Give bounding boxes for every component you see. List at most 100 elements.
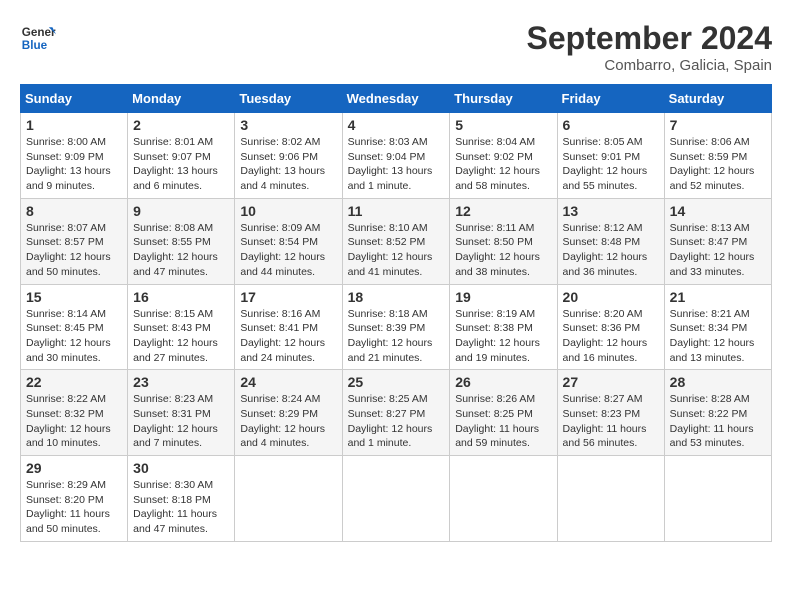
day-info: Sunrise: 8:03 AMSunset: 9:04 PMDaylight:… <box>348 136 433 192</box>
calendar-cell <box>664 456 771 542</box>
day-number: 17 <box>240 289 336 305</box>
day-info: Sunrise: 8:04 AMSunset: 9:02 PMDaylight:… <box>455 136 540 192</box>
day-info: Sunrise: 8:16 AMSunset: 8:41 PMDaylight:… <box>240 308 325 364</box>
calendar-week-row: 8 Sunrise: 8:07 AMSunset: 8:57 PMDayligh… <box>21 198 772 284</box>
day-number: 16 <box>133 289 229 305</box>
day-number: 30 <box>133 460 229 476</box>
day-info: Sunrise: 8:01 AMSunset: 9:07 PMDaylight:… <box>133 136 218 192</box>
day-info: Sunrise: 8:23 AMSunset: 8:31 PMDaylight:… <box>133 393 218 449</box>
day-info: Sunrise: 8:22 AMSunset: 8:32 PMDaylight:… <box>26 393 111 449</box>
day-info: Sunrise: 8:21 AMSunset: 8:34 PMDaylight:… <box>670 308 755 364</box>
day-number: 11 <box>348 203 445 219</box>
day-info: Sunrise: 8:15 AMSunset: 8:43 PMDaylight:… <box>133 308 218 364</box>
day-number: 23 <box>133 374 229 390</box>
calendar-cell <box>342 456 450 542</box>
title-area: September 2024 Combarro, Galicia, Spain <box>527 20 772 74</box>
col-thursday: Thursday <box>450 85 557 113</box>
calendar-cell: 18 Sunrise: 8:18 AMSunset: 8:39 PMDaylig… <box>342 284 450 370</box>
day-info: Sunrise: 8:05 AMSunset: 9:01 PMDaylight:… <box>563 136 648 192</box>
day-info: Sunrise: 8:19 AMSunset: 8:38 PMDaylight:… <box>455 308 540 364</box>
day-number: 26 <box>455 374 551 390</box>
calendar-cell: 2 Sunrise: 8:01 AMSunset: 9:07 PMDayligh… <box>128 113 235 199</box>
calendar-body: 1 Sunrise: 8:00 AMSunset: 9:09 PMDayligh… <box>21 113 772 542</box>
calendar-cell: 21 Sunrise: 8:21 AMSunset: 8:34 PMDaylig… <box>664 284 771 370</box>
calendar-cell: 17 Sunrise: 8:16 AMSunset: 8:41 PMDaylig… <box>235 284 342 370</box>
day-info: Sunrise: 8:13 AMSunset: 8:47 PMDaylight:… <box>670 222 755 278</box>
calendar-cell: 10 Sunrise: 8:09 AMSunset: 8:54 PMDaylig… <box>235 198 342 284</box>
logo: General Blue <box>20 20 56 56</box>
col-monday: Monday <box>128 85 235 113</box>
day-number: 2 <box>133 117 229 133</box>
calendar-cell: 3 Sunrise: 8:02 AMSunset: 9:06 PMDayligh… <box>235 113 342 199</box>
calendar-table: Sunday Monday Tuesday Wednesday Thursday… <box>20 84 772 542</box>
header-row: Sunday Monday Tuesday Wednesday Thursday… <box>21 85 772 113</box>
day-number: 10 <box>240 203 336 219</box>
col-wednesday: Wednesday <box>342 85 450 113</box>
day-number: 20 <box>563 289 659 305</box>
calendar-header: Sunday Monday Tuesday Wednesday Thursday… <box>21 85 772 113</box>
day-info: Sunrise: 8:25 AMSunset: 8:27 PMDaylight:… <box>348 393 433 449</box>
calendar-cell: 20 Sunrise: 8:20 AMSunset: 8:36 PMDaylig… <box>557 284 664 370</box>
day-info: Sunrise: 8:07 AMSunset: 8:57 PMDaylight:… <box>26 222 111 278</box>
day-info: Sunrise: 8:29 AMSunset: 8:20 PMDaylight:… <box>26 479 110 535</box>
calendar-cell <box>450 456 557 542</box>
calendar-cell: 23 Sunrise: 8:23 AMSunset: 8:31 PMDaylig… <box>128 370 235 456</box>
day-info: Sunrise: 8:06 AMSunset: 8:59 PMDaylight:… <box>670 136 755 192</box>
calendar-cell: 5 Sunrise: 8:04 AMSunset: 9:02 PMDayligh… <box>450 113 557 199</box>
calendar-cell: 24 Sunrise: 8:24 AMSunset: 8:29 PMDaylig… <box>235 370 342 456</box>
day-number: 18 <box>348 289 445 305</box>
calendar-cell: 8 Sunrise: 8:07 AMSunset: 8:57 PMDayligh… <box>21 198 128 284</box>
day-number: 19 <box>455 289 551 305</box>
calendar-cell: 19 Sunrise: 8:19 AMSunset: 8:38 PMDaylig… <box>450 284 557 370</box>
day-info: Sunrise: 8:09 AMSunset: 8:54 PMDaylight:… <box>240 222 325 278</box>
calendar-cell: 14 Sunrise: 8:13 AMSunset: 8:47 PMDaylig… <box>664 198 771 284</box>
day-number: 9 <box>133 203 229 219</box>
day-number: 27 <box>563 374 659 390</box>
day-info: Sunrise: 8:28 AMSunset: 8:22 PMDaylight:… <box>670 393 754 449</box>
calendar-cell: 26 Sunrise: 8:26 AMSunset: 8:25 PMDaylig… <box>450 370 557 456</box>
day-number: 14 <box>670 203 766 219</box>
calendar-cell: 9 Sunrise: 8:08 AMSunset: 8:55 PMDayligh… <box>128 198 235 284</box>
day-info: Sunrise: 8:00 AMSunset: 9:09 PMDaylight:… <box>26 136 111 192</box>
day-number: 15 <box>26 289 122 305</box>
page-header: General Blue September 2024 Combarro, Ga… <box>20 20 772 74</box>
day-number: 22 <box>26 374 122 390</box>
calendar-cell: 11 Sunrise: 8:10 AMSunset: 8:52 PMDaylig… <box>342 198 450 284</box>
day-number: 3 <box>240 117 336 133</box>
day-number: 24 <box>240 374 336 390</box>
calendar-cell: 16 Sunrise: 8:15 AMSunset: 8:43 PMDaylig… <box>128 284 235 370</box>
day-number: 13 <box>563 203 659 219</box>
calendar-cell: 29 Sunrise: 8:29 AMSunset: 8:20 PMDaylig… <box>21 456 128 542</box>
calendar-cell: 30 Sunrise: 8:30 AMSunset: 8:18 PMDaylig… <box>128 456 235 542</box>
day-info: Sunrise: 8:27 AMSunset: 8:23 PMDaylight:… <box>563 393 647 449</box>
col-saturday: Saturday <box>664 85 771 113</box>
col-tuesday: Tuesday <box>235 85 342 113</box>
calendar-cell: 27 Sunrise: 8:27 AMSunset: 8:23 PMDaylig… <box>557 370 664 456</box>
day-info: Sunrise: 8:14 AMSunset: 8:45 PMDaylight:… <box>26 308 111 364</box>
calendar-cell <box>557 456 664 542</box>
location-subtitle: Combarro, Galicia, Spain <box>527 57 772 74</box>
day-info: Sunrise: 8:12 AMSunset: 8:48 PMDaylight:… <box>563 222 648 278</box>
day-number: 28 <box>670 374 766 390</box>
day-number: 12 <box>455 203 551 219</box>
day-number: 4 <box>348 117 445 133</box>
calendar-week-row: 15 Sunrise: 8:14 AMSunset: 8:45 PMDaylig… <box>21 284 772 370</box>
day-number: 8 <box>26 203 122 219</box>
day-info: Sunrise: 8:20 AMSunset: 8:36 PMDaylight:… <box>563 308 648 364</box>
calendar-week-row: 29 Sunrise: 8:29 AMSunset: 8:20 PMDaylig… <box>21 456 772 542</box>
day-info: Sunrise: 8:11 AMSunset: 8:50 PMDaylight:… <box>455 222 540 278</box>
calendar-cell: 15 Sunrise: 8:14 AMSunset: 8:45 PMDaylig… <box>21 284 128 370</box>
day-number: 6 <box>563 117 659 133</box>
day-number: 21 <box>670 289 766 305</box>
logo-icon: General Blue <box>20 20 56 56</box>
day-number: 29 <box>26 460 122 476</box>
day-number: 7 <box>670 117 766 133</box>
calendar-cell: 13 Sunrise: 8:12 AMSunset: 8:48 PMDaylig… <box>557 198 664 284</box>
col-friday: Friday <box>557 85 664 113</box>
calendar-cell: 12 Sunrise: 8:11 AMSunset: 8:50 PMDaylig… <box>450 198 557 284</box>
month-year-title: September 2024 <box>527 20 772 57</box>
calendar-cell: 6 Sunrise: 8:05 AMSunset: 9:01 PMDayligh… <box>557 113 664 199</box>
svg-text:Blue: Blue <box>22 39 48 52</box>
day-info: Sunrise: 8:08 AMSunset: 8:55 PMDaylight:… <box>133 222 218 278</box>
day-number: 1 <box>26 117 122 133</box>
